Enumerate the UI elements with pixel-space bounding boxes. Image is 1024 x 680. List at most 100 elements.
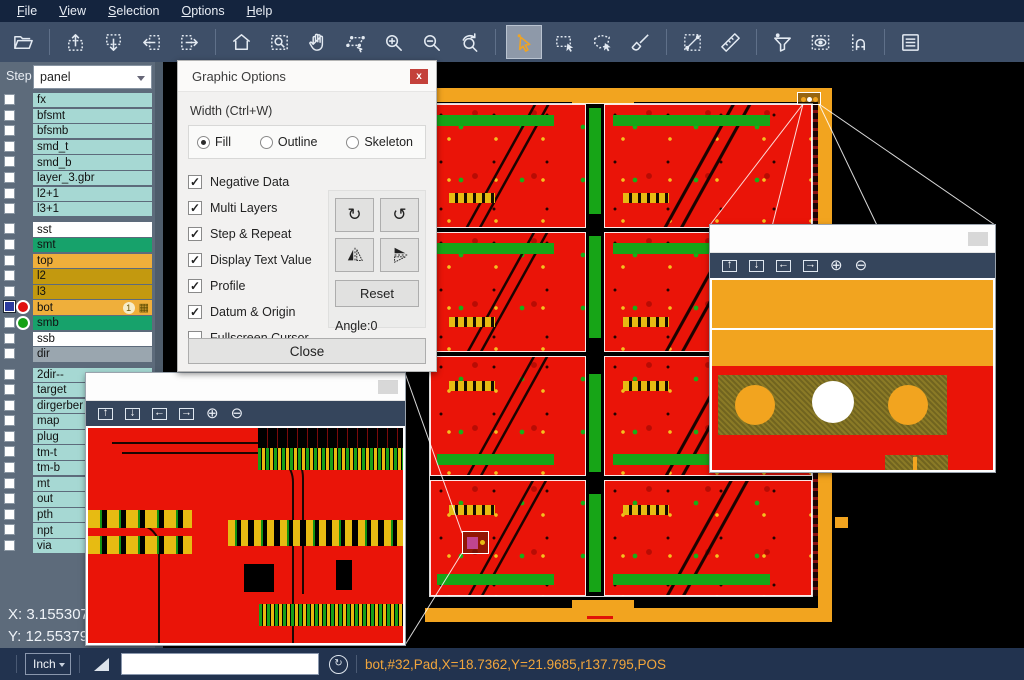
layer-visibility-checkbox[interactable] [4, 94, 15, 105]
layer-visibility-checkbox[interactable] [4, 156, 15, 167]
mirror-horizontal-button[interactable] [335, 238, 374, 272]
layer-visibility-checkbox[interactable] [4, 478, 15, 489]
select-pointer-icon[interactable] [506, 25, 542, 59]
history-refresh-icon[interactable]: ↻ [329, 655, 348, 674]
radio-outline[interactable]: Outline [260, 135, 318, 149]
layer-name[interactable]: smd_t [33, 140, 152, 154]
select-rect-icon[interactable] [549, 27, 580, 57]
view-eye-icon[interactable] [805, 27, 836, 57]
zoom-out-icon[interactable] [416, 27, 447, 57]
dialog-titlebar[interactable]: Graphic Options x [178, 61, 436, 92]
layer-visibility-checkbox[interactable] [4, 223, 15, 234]
layer-name[interactable]: bfsmb [33, 124, 152, 138]
clean-brush-icon[interactable] [625, 27, 656, 57]
pan-right-icon[interactable]: → [179, 408, 194, 420]
pan-left-icon[interactable]: ← [776, 260, 791, 272]
layer-row-dir[interactable]: dir [0, 347, 163, 361]
layer-visibility-checkbox[interactable] [4, 384, 15, 395]
rotate-cw-button[interactable]: ↻ [335, 198, 374, 232]
checkbox-icon[interactable]: ✓ [188, 227, 202, 241]
layer-visibility-checkbox[interactable] [4, 301, 15, 312]
step-select[interactable]: panel [33, 65, 152, 89]
checkbox-row-step-repeat[interactable]: ✓Step & Repeat [188, 221, 318, 247]
magnifier-titlebar[interactable] [710, 225, 995, 253]
pan-left-icon[interactable]: ← [152, 408, 167, 420]
zoom-window-icon[interactable] [264, 27, 295, 57]
reset-button[interactable]: Reset [335, 280, 419, 307]
select-polygon-icon[interactable] [587, 27, 618, 57]
checkbox-row-datum-origin[interactable]: ✓Datum & Origin [188, 299, 318, 325]
layer-name[interactable]: dir [33, 347, 152, 361]
radio-skeleton[interactable]: Skeleton [346, 135, 413, 149]
magnifier-minimize-button[interactable] [968, 232, 988, 246]
checkbox-icon[interactable]: ✓ [188, 201, 202, 215]
pan-right-icon[interactable] [174, 27, 205, 57]
pan-left-icon[interactable] [136, 27, 167, 57]
layer-visibility-checkbox[interactable] [4, 400, 15, 411]
layer-name[interactable]: layer_3.gbr [33, 171, 152, 185]
layer-row-bfsmt[interactable]: bfsmt [0, 109, 163, 123]
checkbox-icon[interactable]: ✓ [188, 279, 202, 293]
layer-name[interactable]: l2 [33, 269, 152, 283]
pan-down-icon[interactable]: ↓ [749, 260, 764, 272]
menu-selection[interactable]: Selection [97, 0, 170, 22]
radio-circle-icon[interactable] [260, 136, 273, 149]
layer-visibility-checkbox[interactable] [4, 446, 15, 457]
checkbox-icon[interactable]: ✓ [188, 305, 202, 319]
layer-row-bfsmb[interactable]: bfsmb [0, 124, 163, 138]
pan-right-icon[interactable]: → [803, 260, 818, 272]
layer-row-smt[interactable]: smt [0, 238, 163, 252]
layer-name[interactable]: smb [33, 316, 152, 330]
layer-name[interactable]: sst [33, 222, 152, 236]
layer-row-fx[interactable]: fx [0, 93, 163, 107]
layer-row-smb[interactable]: smb [0, 316, 163, 330]
magnifier-content[interactable] [86, 426, 405, 645]
layer-name[interactable]: l3 [33, 285, 152, 299]
move-view-icon[interactable] [340, 27, 371, 57]
measure-distance-icon[interactable] [677, 27, 708, 57]
layer-row-l2+1[interactable]: l2+1 [0, 187, 163, 201]
layer-visibility-checkbox[interactable] [4, 493, 15, 504]
zoom-out-icon[interactable]: ⊖ [231, 406, 244, 421]
magnifier-minimize-button[interactable] [378, 380, 398, 394]
pan-down-icon[interactable] [98, 27, 129, 57]
layer-row-ssb[interactable]: ssb [0, 332, 163, 346]
layer-visibility-checkbox[interactable] [4, 462, 15, 473]
zoom-out-icon[interactable]: ⊖ [855, 258, 868, 273]
layer-visibility-checkbox[interactable] [4, 188, 15, 199]
layer-row-l2[interactable]: l2 [0, 269, 163, 283]
layer-visibility-checkbox[interactable] [4, 172, 15, 183]
layer-row-l3[interactable]: l3 [0, 285, 163, 299]
checkbox-icon[interactable]: ✓ [188, 253, 202, 267]
layer-name[interactable]: l2+1 [33, 187, 152, 201]
zoom-in-icon[interactable]: ⊕ [206, 406, 219, 421]
layer-visibility-checkbox[interactable] [4, 110, 15, 121]
layer-row-sst[interactable]: sst [0, 222, 163, 236]
checkbox-icon[interactable]: ✓ [188, 175, 202, 189]
magnifier-titlebar[interactable] [86, 373, 405, 401]
layer-name[interactable]: ssb [33, 332, 152, 346]
layers-panel-icon[interactable] [895, 27, 926, 57]
layer-row-bot[interactable]: bot1▦ [0, 300, 163, 314]
layer-row-smd_t[interactable]: smd_t [0, 140, 163, 154]
command-input[interactable] [121, 653, 319, 675]
layer-visibility-checkbox[interactable] [4, 369, 15, 380]
rotate-ccw-button[interactable]: ↺ [380, 198, 419, 232]
layer-visibility-checkbox[interactable] [4, 141, 15, 152]
checkbox-row-negative-data[interactable]: ✓Negative Data [188, 169, 318, 195]
layer-visibility-checkbox[interactable] [4, 524, 15, 535]
layer-visibility-checkbox[interactable] [4, 286, 15, 297]
unit-select[interactable]: Inch [25, 653, 71, 675]
layer-row-layer_3.gbr[interactable]: layer_3.gbr [0, 171, 163, 185]
zoom-in-icon[interactable] [378, 27, 409, 57]
layer-name[interactable]: smd_b [33, 155, 152, 169]
pan-down-icon[interactable]: ↓ [125, 408, 140, 420]
menu-help[interactable]: Help [236, 0, 284, 22]
magnifier-window-detail[interactable]: ↑ ↓ ← → ⊕ ⊖ [86, 373, 405, 645]
layer-row-l3+1[interactable]: l3+1 [0, 202, 163, 216]
layer-visibility-checkbox[interactable] [4, 239, 15, 250]
radio-circle-icon[interactable] [197, 136, 210, 149]
layer-visibility-checkbox[interactable] [4, 255, 15, 266]
layer-visibility-checkbox[interactable] [4, 333, 15, 344]
layer-visibility-checkbox[interactable] [4, 125, 15, 136]
